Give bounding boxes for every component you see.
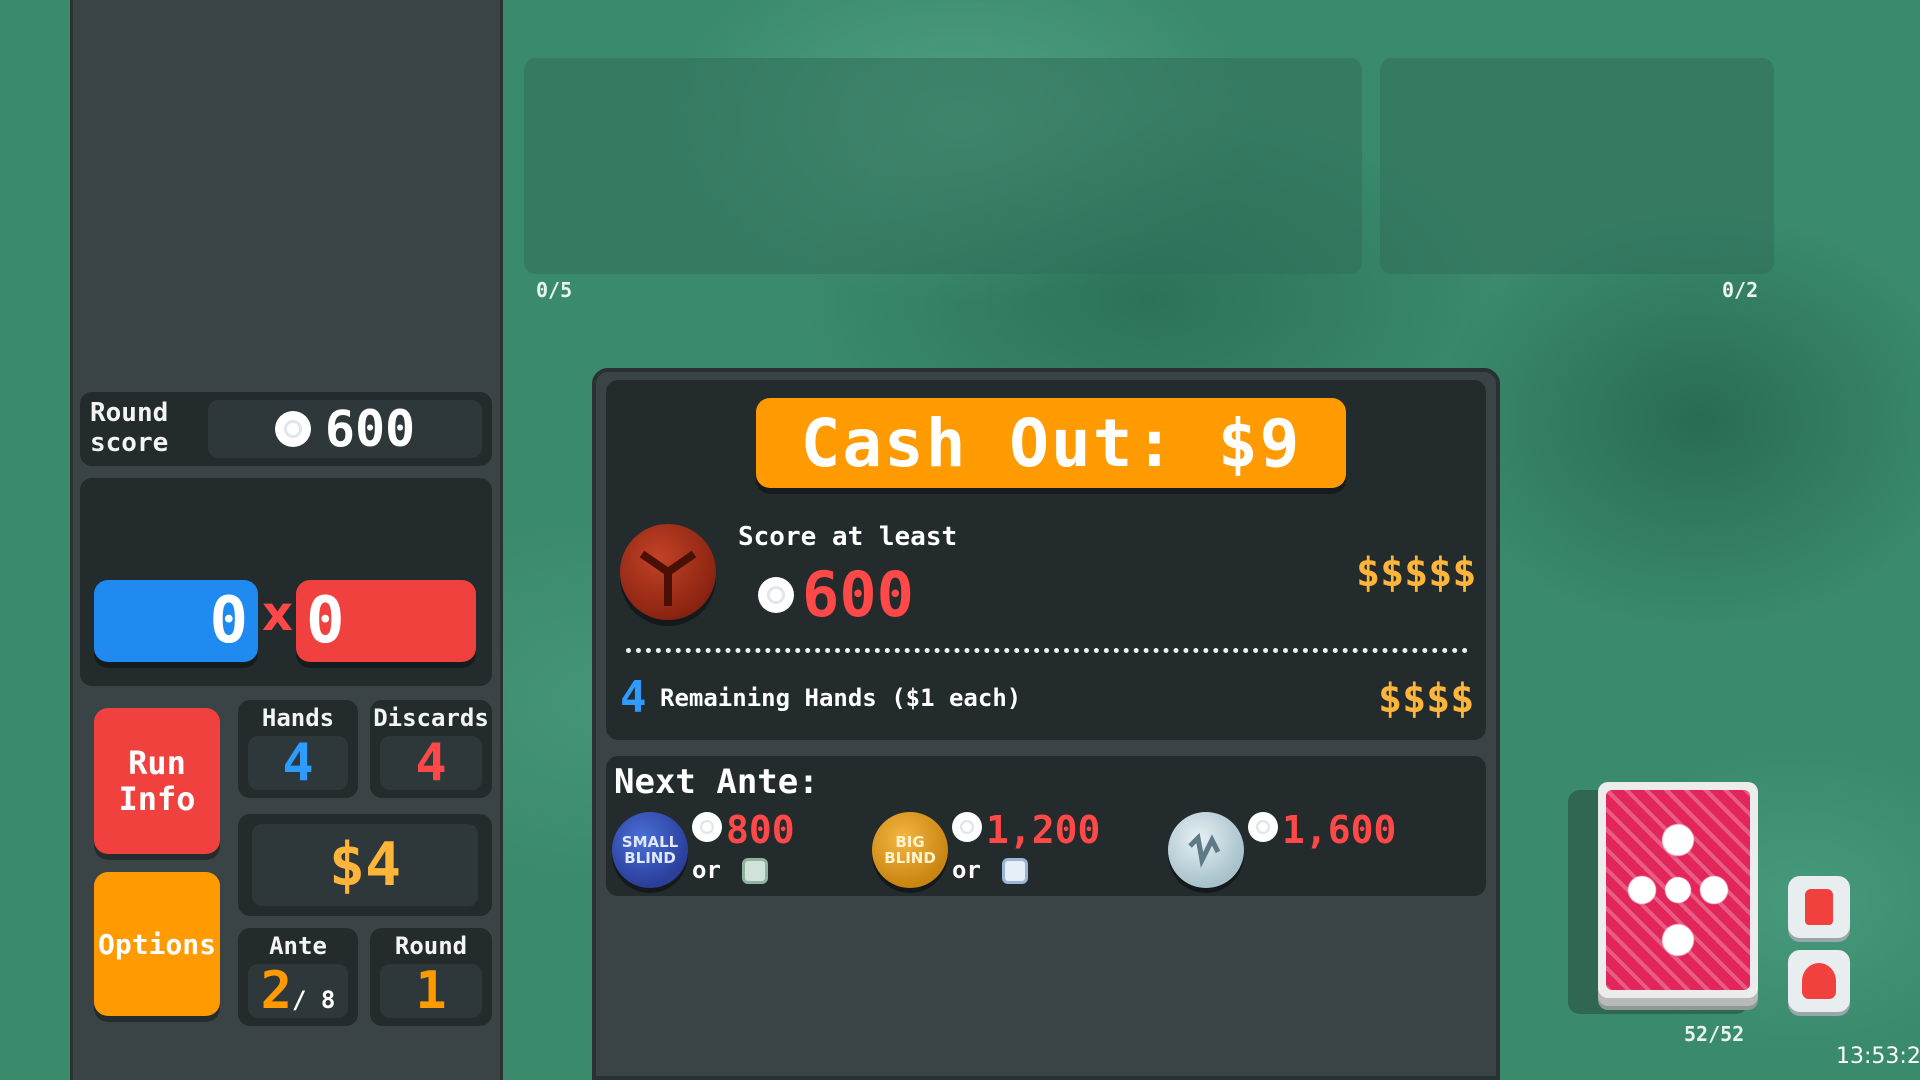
round-label: Round (394, 932, 468, 960)
ante-total: / 8 (291, 986, 336, 1014)
tag-icon (742, 858, 768, 884)
small-blind-or: or (692, 856, 721, 884)
money-value: $4 (252, 824, 478, 906)
joker-count: 0/5 (536, 278, 573, 302)
chips-box: 0 (94, 580, 258, 662)
mult-value: 0 (306, 584, 345, 658)
chip-icon (1248, 812, 1278, 842)
round-panel: Round 1 (370, 928, 492, 1026)
mult-symbol: x (262, 586, 293, 642)
hands-panel: Hands 4 (238, 700, 358, 798)
small-blind-target: 800 (726, 808, 795, 852)
round-score-panel: Round score 600 (80, 392, 492, 466)
mult-box: 0 (296, 580, 476, 662)
remaining-hands-label: Remaining Hands ($1 each) (660, 684, 1022, 712)
dotted-divider (626, 648, 1468, 653)
run-info-label: Run (128, 744, 186, 782)
small-blind-text: SMALL BLIND (621, 833, 679, 867)
chips-value: 0 (209, 584, 248, 658)
boss-blind-target: 1,600 (1282, 808, 1397, 852)
cash-out-button[interactable]: Cash Out: $9 (756, 398, 1346, 488)
joker-slots[interactable] (524, 58, 1362, 274)
discards-label: Discards (373, 704, 489, 732)
deck-count: 52/52 (1684, 1022, 1745, 1046)
chip-icon (274, 411, 311, 447)
tag-button[interactable] (1788, 876, 1850, 938)
cashout-panel: Cash Out: $9 Score at least 600 $$$$$ 4 … (592, 368, 1500, 1080)
big-blind-text: BIG BLIND (884, 833, 936, 867)
chip-icon (692, 812, 722, 842)
hands-value: 4 (248, 736, 348, 790)
big-blind-icon: BIG BLIND (872, 812, 948, 888)
consumable-slots[interactable] (1380, 58, 1774, 274)
ante-label: Ante (269, 932, 327, 960)
voucher-button[interactable] (1788, 950, 1850, 1012)
card-back-pattern (1606, 790, 1750, 990)
tag-icon (1805, 889, 1833, 925)
options-label: Options (97, 927, 216, 961)
remaining-hands-reward: $$$$ (1378, 676, 1475, 722)
run-info-button[interactable]: Run Info (94, 708, 220, 854)
ante-value: 2 (260, 961, 292, 1021)
blind-reward: $$$$$ (1356, 550, 1477, 596)
hand-score-panel: 0 x 0 (80, 478, 492, 686)
voucher-icon (1802, 963, 1836, 999)
hands-label: Hands (261, 704, 335, 732)
small-blind-icon: SMALL BLIND (612, 812, 688, 888)
cash-out-label: Cash Out: $9 (800, 404, 1302, 482)
chip-icon (758, 576, 794, 613)
big-blind-or: or (952, 856, 981, 884)
round-score-label: Round score (90, 398, 169, 458)
big-blind-target: 1,200 (986, 808, 1101, 852)
discards-panel: Discards 4 (370, 700, 492, 798)
round-score-value: 600 (324, 400, 416, 458)
remaining-hands-count: 4 (620, 672, 647, 723)
deck-pile[interactable] (1598, 782, 1758, 998)
chip-icon (952, 812, 982, 842)
score-at-least-label: Score at least (738, 522, 958, 552)
score-target-value: 600 (802, 558, 914, 631)
boss-blind-icon (1168, 812, 1244, 888)
options-button[interactable]: Options (94, 872, 220, 1016)
ante-panel: Ante 2/ 8 (238, 928, 358, 1026)
round-value: 1 (380, 964, 482, 1018)
run-info-label-2: Info (118, 780, 196, 818)
blind-token-icon (620, 524, 716, 620)
money-panel: $4 (238, 814, 492, 916)
tag-icon (1002, 858, 1028, 884)
next-ante-label: Next Ante: (614, 762, 819, 802)
ante-value-box: 2/ 8 (248, 964, 348, 1018)
discards-value: 4 (380, 736, 482, 790)
consumable-count: 0/2 (1722, 278, 1759, 302)
round-score-box: 600 (208, 400, 482, 458)
score-target: 600 (758, 558, 914, 631)
clock: 13:53:25 (1836, 1044, 1920, 1069)
